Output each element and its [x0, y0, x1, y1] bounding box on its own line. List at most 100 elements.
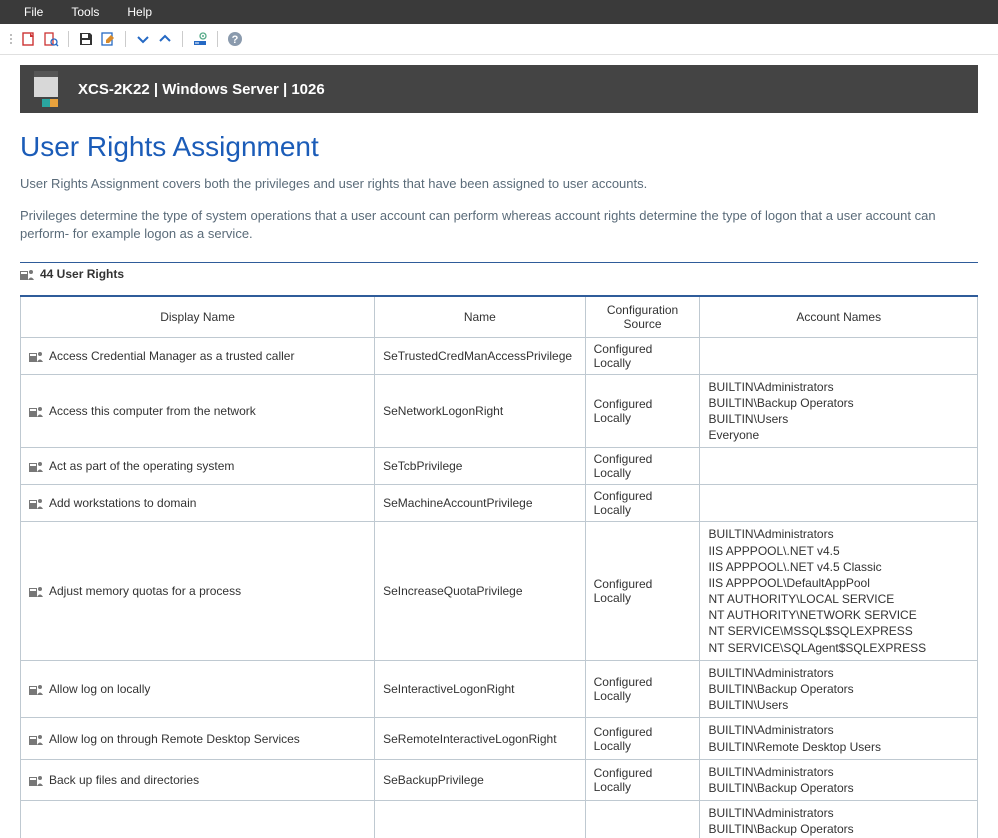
cell-name: SeTrustedCredManAccessPrivilege: [375, 337, 586, 374]
cell-display-name: Allow log on locally: [49, 682, 150, 696]
help-icon[interactable]: ?: [226, 30, 244, 48]
toolbar-separator: [182, 31, 183, 47]
cell-name: SeNetworkLogonRight: [375, 374, 586, 448]
col-config-source[interactable]: Configuration Source: [585, 296, 700, 338]
account-entry: NT SERVICE\MSSQL$SQLEXPRESS: [708, 623, 969, 639]
cell-account-names: BUILTIN\AdministratorsBUILTIN\Backup Ope…: [700, 801, 978, 838]
col-name[interactable]: Name: [375, 296, 586, 338]
cell-config-source: Configured Locally: [585, 374, 700, 448]
user-right-icon: [29, 460, 43, 472]
account-entry: BUILTIN\Administrators: [708, 665, 969, 681]
account-entry: NT AUTHORITY\LOCAL SERVICE: [708, 591, 969, 607]
table-row[interactable]: Access Credential Manager as a trusted c…: [21, 337, 978, 374]
table-row[interactable]: Back up files and directories SeBackupPri…: [21, 759, 978, 800]
cell-account-names: BUILTIN\AdministratorsBUILTIN\Backup Ope…: [700, 660, 978, 718]
user-right-icon: [29, 733, 43, 745]
intro-text-1: User Rights Assignment covers both the p…: [20, 175, 978, 193]
account-entry: BUILTIN\Users: [708, 697, 969, 713]
cell-display-name: Allow log on through Remote Desktop Serv…: [49, 732, 300, 746]
cell-display-name: Act as part of the operating system: [49, 459, 234, 473]
expand-all-icon[interactable]: [134, 30, 152, 48]
report-header-title: XCS-2K22 | Windows Server | 1026: [78, 81, 325, 98]
table-row[interactable]: Access this computer from the network SeN…: [21, 374, 978, 448]
cell-account-names: [700, 448, 978, 485]
section-header: 44 User Rights: [20, 262, 978, 281]
toolbar-separator: [68, 31, 69, 47]
table-row[interactable]: Act as part of the operating system SeTcb…: [21, 448, 978, 485]
user-right-icon: [29, 774, 43, 786]
menubar: File Tools Help: [0, 0, 998, 24]
user-right-icon: [29, 405, 43, 417]
account-entry: BUILTIN\Remote Desktop Users: [708, 739, 969, 755]
cell-config-source: Configured Locally: [585, 718, 700, 759]
account-entry: BUILTIN\Administrators: [708, 379, 969, 395]
toolbar-separator: [217, 31, 218, 47]
grip-icon: [10, 34, 12, 44]
account-entry: BUILTIN\Administrators: [708, 764, 969, 780]
cell-config-source: Configured Locally: [585, 485, 700, 522]
menu-tools[interactable]: Tools: [57, 3, 113, 21]
cell-display-name: Add workstations to domain: [49, 496, 196, 510]
cell-config-source: Configured Locally: [585, 660, 700, 718]
table-row[interactable]: Adjust memory quotas for a process SeIncr…: [21, 522, 978, 661]
toolbar-separator: [125, 31, 126, 47]
table-row[interactable]: Allow log on locally SeInteractiveLogonRi…: [21, 660, 978, 718]
cell-config-source: Configured Locally: [585, 801, 700, 838]
col-display-name[interactable]: Display Name: [21, 296, 375, 338]
user-right-icon: [29, 683, 43, 695]
toolbar: ?: [0, 24, 998, 55]
account-entry: BUILTIN\Administrators: [708, 805, 969, 821]
collapse-all-icon[interactable]: [156, 30, 174, 48]
cell-account-names: BUILTIN\AdministratorsBUILTIN\Remote Des…: [700, 718, 978, 759]
col-account-names[interactable]: Account Names: [700, 296, 978, 338]
user-rights-table: Display Name Name Configuration Source A…: [20, 295, 978, 838]
account-entry: BUILTIN\Backup Operators: [708, 821, 969, 837]
cell-account-names: BUILTIN\AdministratorsBUILTIN\Backup Ope…: [700, 374, 978, 448]
table-row[interactable]: Add workstations to domainSeMachineAccou…: [21, 485, 978, 522]
account-entry: IIS APPPOOL\.NET v4.5 Classic: [708, 559, 969, 575]
cell-display-name: Back up files and directories: [49, 773, 199, 787]
report-header: XCS-2K22 | Windows Server | 1026: [20, 65, 978, 113]
svg-text:?: ?: [232, 34, 239, 46]
account-entry: IIS APPPOOL\.NET v4.5: [708, 543, 969, 559]
save-icon[interactable]: [77, 30, 95, 48]
preview-icon[interactable]: [42, 30, 60, 48]
user-right-icon: [29, 497, 43, 509]
account-entry: BUILTIN\Administrators: [708, 526, 969, 542]
account-entry: IIS APPPOOL\DefaultAppPool: [708, 575, 969, 591]
cell-config-source: Configured Locally: [585, 448, 700, 485]
menu-help[interactable]: Help: [113, 3, 166, 21]
cell-config-source: Configured Locally: [585, 522, 700, 661]
cell-account-names: BUILTIN\AdministratorsBUILTIN\Backup Ope…: [700, 759, 978, 800]
user-rights-icon: [20, 268, 34, 280]
account-entry: BUILTIN\Backup Operators: [708, 681, 969, 697]
account-entry: NT SERVICE\SQLAgent$SQLEXPRESS: [708, 640, 969, 656]
cell-account-names: [700, 337, 978, 374]
account-entry: NT AUTHORITY\NETWORK SERVICE: [708, 607, 969, 623]
menu-file[interactable]: File: [10, 3, 57, 21]
table-header-row: Display Name Name Configuration Source A…: [21, 296, 978, 338]
page-title: User Rights Assignment: [20, 131, 978, 163]
edit-icon[interactable]: [99, 30, 117, 48]
cell-display-name: Access Credential Manager as a trusted c…: [49, 349, 294, 363]
intro-text-2: Privileges determine the type of system …: [20, 207, 978, 243]
account-entry: BUILTIN\Users: [708, 411, 969, 427]
content-area: XCS-2K22 | Windows Server | 1026 User Ri…: [0, 55, 998, 838]
user-right-icon: [29, 350, 43, 362]
account-entry: BUILTIN\Administrators: [708, 722, 969, 738]
cell-name: SeInteractiveLogonRight: [375, 660, 586, 718]
table-row[interactable]: Allow log on through Remote Desktop Serv…: [21, 718, 978, 759]
cell-name: SeBackupPrivilege: [375, 759, 586, 800]
user-right-icon: [29, 585, 43, 597]
cell-name: SeIncreaseQuotaPrivilege: [375, 522, 586, 661]
pdf-export-icon[interactable]: [20, 30, 38, 48]
account-entry: BUILTIN\Backup Operators: [708, 780, 969, 796]
cell-name: SeRemoteInteractiveLogonRight: [375, 718, 586, 759]
cell-display-name: Access this computer from the network: [49, 404, 256, 418]
cell-display-name: Adjust memory quotas for a process: [49, 584, 241, 598]
section-count-label: 44 User Rights: [40, 267, 124, 281]
cell-name: SeTcbPrivilege: [375, 448, 586, 485]
settings-icon[interactable]: [191, 30, 209, 48]
table-row[interactable]: Bypass traverse checkingSeChangeNotifyPr…: [21, 801, 978, 838]
cell-name: SeChangeNotifyPrivilege: [375, 801, 586, 838]
